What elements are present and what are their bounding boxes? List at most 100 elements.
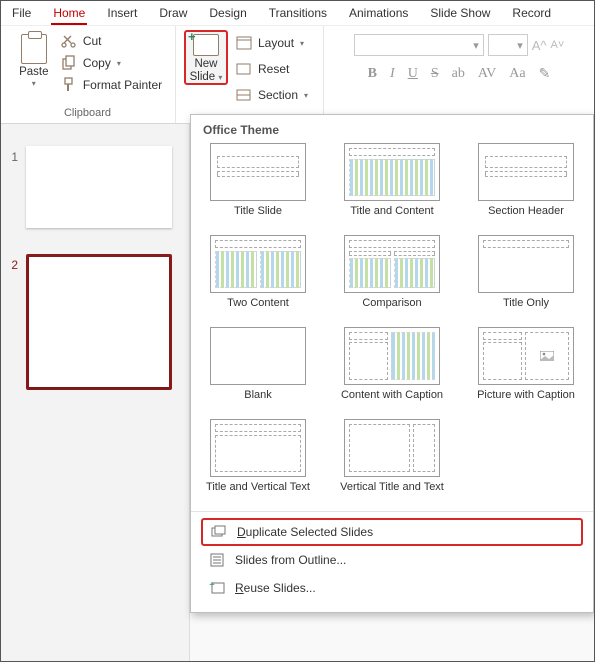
layout-label: Title Slide [234,205,282,231]
group-label-clipboard: Clipboard [64,107,111,121]
outline-icon [209,552,225,568]
layout-title-slide[interactable]: Title Slide [199,143,317,231]
reset-icon [236,62,252,76]
layout-thumb [210,143,306,201]
layout-title-and-vertical-text[interactable]: Title and Vertical Text [199,419,317,507]
layout-thumb [478,143,574,201]
format-painter-button[interactable]: Format Painter [61,74,162,96]
layout-title-and-content[interactable]: Title and Content [333,143,451,231]
format-painter-label: Format Painter [83,78,162,92]
layout-content-with-caption[interactable]: Content with Caption [333,327,451,415]
layout-label: Blank [244,389,272,415]
tab-slide-show[interactable]: Slide Show [428,4,492,25]
cut-label: Cut [83,34,102,48]
layout-button[interactable]: Layout ▾ [236,32,308,54]
strikethrough-button[interactable]: S [431,66,439,83]
chevron-down-icon: ▾ [300,39,304,48]
layout-label: Comparison [362,297,421,323]
underline-button[interactable]: U [408,66,418,83]
font-family-combo[interactable]: ▾ [354,34,484,56]
slide-thumbnail[interactable]: 1 [0,146,189,228]
bold-button[interactable]: B [368,66,377,83]
group-slides: New Slide ▾ Layout ▾ Reset Section ▾ [176,26,324,123]
ribbon-tabs: File Home Insert Draw Design Transitions… [0,0,595,26]
section-label: Section [258,88,298,102]
layout-label: Title and Vertical Text [206,481,310,507]
layout-thumb [210,419,306,477]
chevron-down-icon: ▾ [32,79,36,88]
tab-design[interactable]: Design [207,4,248,25]
layout-label: Picture with Caption [477,389,575,415]
layout-thumb [344,419,440,477]
new-slide-dropdown: Office Theme Title Slide Title and Conte… [190,114,594,613]
new-slide-icon [193,34,219,56]
slide-preview [26,146,172,228]
menu-label: Reuse Slides... [235,581,316,595]
slide-thumbnails-pane: 1 2 [0,124,190,662]
section-icon [236,88,252,102]
layout-label: Title and Content [350,205,433,231]
layout-label: Two Content [227,297,289,323]
layout-thumb [210,235,306,293]
duplicate-icon [211,524,227,540]
reset-button[interactable]: Reset [236,58,308,80]
layout-thumb [210,327,306,385]
slide-thumbnail[interactable]: 2 [0,254,189,390]
reuse-icon: + [209,580,225,596]
tab-home[interactable]: Home [51,4,87,25]
layout-label: Layout [258,36,294,50]
layout-label: Vertical Title and Text [340,481,444,507]
duplicate-selected-slides[interactable]: Duplicate Selected Slides [201,518,583,546]
paste-label: Paste [19,66,48,79]
highlight-button[interactable]: ✎ [539,66,551,83]
copy-label: Copy [83,56,111,70]
chevron-down-icon: ▾ [218,73,222,82]
italic-button[interactable]: I [390,66,395,83]
decrease-font-button[interactable]: A˅ [551,39,565,51]
spacing-button[interactable]: AV [478,66,496,83]
new-slide-button[interactable]: New Slide ▾ [184,30,228,85]
font-size-combo[interactable]: ▾ [488,34,528,56]
layout-picture-with-caption[interactable]: Picture with Caption [467,327,585,415]
slide-number: 1 [0,146,26,164]
reset-label: Reset [258,62,289,76]
menu-label: Slides from Outline... [235,553,346,567]
increase-font-button[interactable]: A^ [532,38,547,53]
new-slide-label: New Slide [190,58,218,83]
reuse-slides[interactable]: + Reuse Slides... [201,574,583,602]
tab-transitions[interactable]: Transitions [267,4,329,25]
group-clipboard: Paste ▾ Cut Copy ▾ Format Painter C [0,26,176,123]
tab-record[interactable]: Record [510,4,553,25]
section-button[interactable]: Section ▾ [236,84,308,106]
layout-thumb [478,235,574,293]
layout-label: Section Header [488,205,564,231]
copy-icon [61,55,77,71]
tab-animations[interactable]: Animations [347,4,410,25]
tab-draw[interactable]: Draw [157,4,189,25]
layout-thumb [344,235,440,293]
group-font: ▾ ▾ A^ A˅ B I U S ab AV Aa ✎ [324,26,595,123]
ribbon: Paste ▾ Cut Copy ▾ Format Painter C [0,26,595,124]
tab-insert[interactable]: Insert [105,4,139,25]
cut-button[interactable]: Cut [61,30,162,52]
slide-preview [29,257,169,387]
shadow-button[interactable]: ab [452,66,465,83]
copy-button[interactable]: Copy ▾ [61,52,162,74]
svg-text:+: + [209,581,215,591]
layout-vertical-title-and-text[interactable]: Vertical Title and Text [333,419,451,507]
layout-title-only[interactable]: Title Only [467,235,585,323]
slides-from-outline[interactable]: Slides from Outline... [201,546,583,574]
paste-button[interactable]: Paste ▾ [13,30,55,96]
layout-two-content[interactable]: Two Content [199,235,317,323]
slide-number: 2 [0,254,26,272]
chevron-down-icon: ▾ [304,91,308,100]
clipboard-icon [21,34,47,64]
layout-comparison[interactable]: Comparison [333,235,451,323]
chevron-down-icon: ▾ [117,59,121,68]
change-case-button[interactable]: Aa [509,66,525,83]
layout-section-header[interactable]: Section Header [467,143,585,231]
layout-thumb [344,327,440,385]
tab-file[interactable]: File [10,4,33,25]
brush-icon [61,77,77,93]
layout-blank[interactable]: Blank [199,327,317,415]
